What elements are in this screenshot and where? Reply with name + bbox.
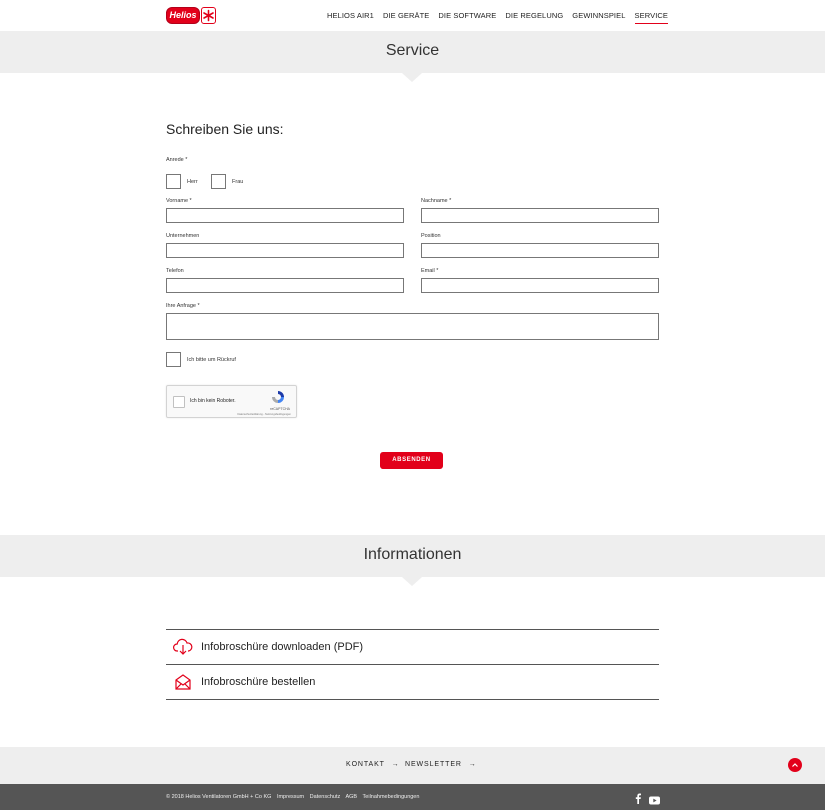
recaptcha-widget: Ich bin kein Roboter. reCAPTCHA Datensch… bbox=[166, 385, 297, 418]
anrede-label: Anrede * bbox=[166, 157, 188, 163]
telefon-label: Telefon bbox=[166, 268, 184, 274]
form-heading: Schreiben Sie uns: bbox=[166, 121, 284, 137]
info-section-band: Informationen bbox=[0, 535, 825, 586]
anfrage-label: Ihre Anfrage * bbox=[166, 303, 200, 309]
recaptcha-text: Ich bin kein Roboter. bbox=[190, 398, 236, 404]
newsletter-label: NEWSLETTER bbox=[405, 761, 462, 768]
cloud-download-icon bbox=[173, 638, 193, 656]
nav-item-helios-air1[interactable]: HELIOS AIR1 bbox=[327, 11, 374, 24]
arrow-right-icon: → bbox=[391, 761, 400, 768]
recaptcha-logo-icon bbox=[271, 390, 285, 404]
position-label: Position bbox=[421, 233, 441, 239]
envelope-open-icon bbox=[173, 673, 193, 691]
info-row-bestellen[interactable]: Infobroschüre bestellen bbox=[166, 664, 659, 699]
chevron-up-icon bbox=[792, 763, 798, 767]
unternehmen-input[interactable] bbox=[166, 243, 404, 258]
facebook-icon[interactable] bbox=[634, 791, 642, 804]
main-nav: HELIOS AIR1 DIE GERÄTE DIE SOFTWARE DIE … bbox=[327, 11, 668, 24]
nav-item-gewinnspiel[interactable]: GEWINNSPIEL bbox=[572, 11, 625, 24]
herr-label: Herr bbox=[187, 179, 198, 185]
kontakt-label: KONTAKT bbox=[346, 761, 385, 768]
footer-links-bar: KONTAKT → NEWSLETTER → bbox=[0, 747, 825, 784]
nav-item-die-geraete[interactable]: DIE GERÄTE bbox=[383, 11, 429, 24]
nav-item-die-software[interactable]: DIE SOFTWARE bbox=[438, 11, 496, 24]
footer-link-teilnahmebedingungen[interactable]: Teilnahmebedingungen bbox=[363, 794, 420, 800]
info-title: Informationen bbox=[363, 546, 462, 563]
position-input[interactable] bbox=[421, 243, 659, 258]
youtube-icon[interactable] bbox=[649, 792, 660, 805]
rueckruf-checkbox[interactable] bbox=[166, 352, 181, 367]
unternehmen-label: Unternehmen bbox=[166, 233, 200, 239]
nachname-input[interactable] bbox=[421, 208, 659, 223]
email-input[interactable] bbox=[421, 278, 659, 293]
scroll-to-top-button[interactable] bbox=[788, 758, 802, 772]
info-divider bbox=[166, 699, 659, 700]
footer-link-kontakt[interactable]: KONTAKT → bbox=[346, 761, 399, 768]
band-pointer bbox=[402, 73, 422, 82]
footer-link-datenschutz[interactable]: Datenschutz bbox=[310, 794, 341, 800]
herr-checkbox[interactable] bbox=[166, 174, 181, 189]
vorname-label: Vorname * bbox=[166, 198, 192, 204]
service-section-band: Service bbox=[0, 31, 825, 82]
rueckruf-label: Ich bitte um Rückruf bbox=[187, 357, 236, 363]
arrow-right-icon: → bbox=[468, 761, 477, 768]
footer-link-agb[interactable]: AGB bbox=[345, 794, 357, 800]
nav-item-die-regelung[interactable]: DIE REGELUNG bbox=[505, 11, 563, 24]
footer-link-newsletter[interactable]: NEWSLETTER → bbox=[405, 761, 477, 768]
vorname-input[interactable] bbox=[166, 208, 404, 223]
footer-bottom-bar: © 2018 Helios Ventilatoren GmbH + Co KG … bbox=[0, 784, 825, 810]
info-download-label: Infobroschüre downloaden (PDF) bbox=[201, 641, 364, 653]
frau-checkbox[interactable] bbox=[211, 174, 226, 189]
info-bestellen-label: Infobroschüre bestellen bbox=[201, 676, 316, 688]
frau-label: Frau bbox=[232, 179, 244, 185]
recaptcha-brand: reCAPTCHA bbox=[270, 407, 290, 411]
footer-legal: © 2018 Helios Ventilatoren GmbH + Co KG … bbox=[166, 794, 423, 800]
telefon-input[interactable] bbox=[166, 278, 404, 293]
email-label: Email * bbox=[421, 268, 439, 274]
absenden-button[interactable]: ABSENDEN bbox=[380, 452, 443, 469]
copyright-text: © 2018 Helios Ventilatoren GmbH + Co KG bbox=[166, 794, 272, 800]
top-navigation-bar: Helios HELIOS AIR1 DIE GERÄTE DIE SOFTWA… bbox=[0, 0, 825, 31]
info-row-download[interactable]: Infobroschüre downloaden (PDF) bbox=[166, 629, 659, 664]
helios-logo[interactable]: Helios bbox=[166, 7, 216, 24]
logo-wordmark: Helios bbox=[166, 7, 200, 24]
anfrage-textarea[interactable] bbox=[166, 313, 659, 340]
nachname-label: Nachname * bbox=[421, 198, 452, 204]
footer-link-impressum[interactable]: Impressum bbox=[277, 794, 304, 800]
logo-star-icon bbox=[201, 7, 216, 24]
nav-item-service[interactable]: SERVICE bbox=[634, 11, 668, 24]
recaptcha-terms[interactable]: Datenschutzerklärung - Nutzungsbedingung… bbox=[238, 413, 292, 416]
band-pointer bbox=[402, 577, 422, 586]
service-title: Service bbox=[385, 42, 440, 59]
recaptcha-checkbox[interactable] bbox=[173, 396, 185, 408]
